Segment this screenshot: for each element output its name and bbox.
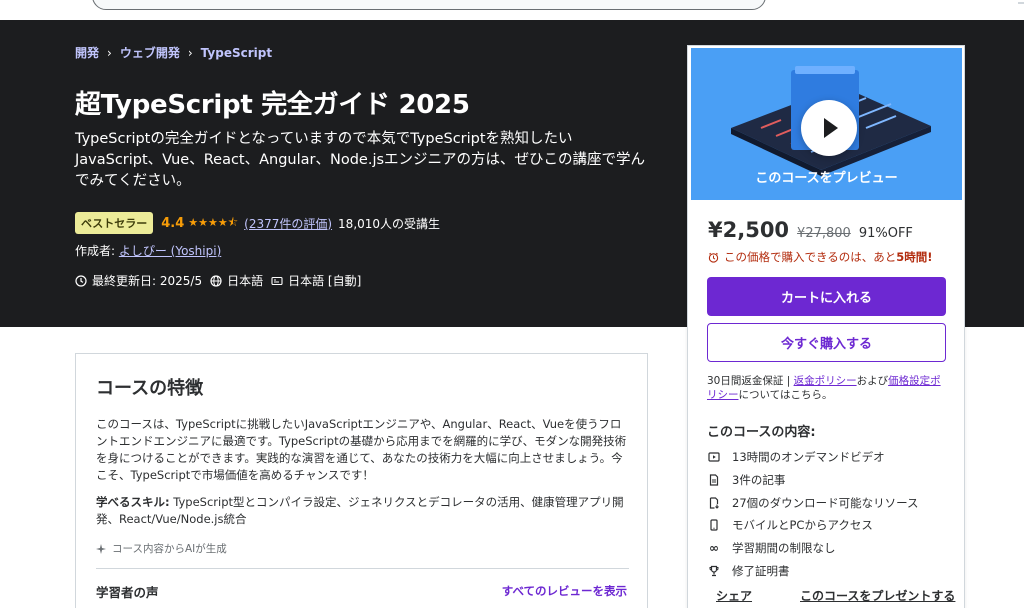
play-icon[interactable] [801, 100, 857, 156]
add-to-cart-button[interactable]: カートに入れる [707, 277, 946, 316]
include-text: モバイルとPCからアクセス [732, 518, 873, 533]
chevron-right-icon: › [187, 45, 193, 60]
list-item: 13時間のオンデマンドビデオ [707, 446, 919, 469]
captions: 日本語 [自動] [271, 272, 361, 289]
guarantee-suffix: についてはこちら。 [738, 389, 833, 401]
bestseller-badge: ベストセラー [75, 212, 154, 234]
divider [96, 568, 629, 569]
features-title: コースの特徴 [96, 378, 204, 399]
rating-count-link[interactable]: (2377件の評価) [244, 215, 332, 232]
list-item: 27個のダウンロード可能なリソース [707, 491, 919, 514]
timer-text: この価格で購入できるのは、あと [724, 250, 897, 264]
original-price: ¥27,800 [797, 226, 851, 241]
list-item: モバイルとPCからアクセス [707, 514, 919, 537]
language: 日本語 [210, 272, 263, 289]
breadcrumb: 開発 › ウェブ開発 › TypeScript [75, 44, 272, 61]
globe-icon [210, 274, 222, 287]
share-row: シェア このコースをプレゼントする [716, 587, 955, 604]
price-timer: この価格で購入できるのは、あと 5時間! [708, 249, 933, 265]
buy-now-button[interactable]: 今すぐ購入する [707, 323, 946, 362]
sparkle-icon [96, 543, 106, 554]
refund-guarantee: 30日間返金保証 | 返金ポリシーおよび価格設定ポリシーについてはこちら。 [707, 374, 951, 402]
refund-policy-link[interactable]: 返金ポリシー [794, 375, 857, 387]
rating-row: ベストセラー 4.4 ★★★★⯪ (2377件の評価) 18,010人の受講生 [75, 212, 440, 234]
include-text: 3件の記事 [732, 473, 786, 488]
breadcrumb-item-dev[interactable]: 開発 [75, 44, 99, 61]
infinity-icon: ∞ [709, 541, 719, 556]
ai-note: コース内容からAIが生成 [96, 541, 227, 556]
language-text: 日本語 [227, 274, 264, 288]
captions-icon [271, 276, 283, 285]
course-meta: 最終更新日: 2025/5 日本語 日本語 [自動] [75, 272, 369, 289]
student-count: 18,010人の受講生 [338, 216, 441, 231]
search-input[interactable] [92, 0, 766, 10]
current-price: ¥2,500 [708, 218, 790, 242]
include-text: 13時間のオンデマンドビデオ [732, 450, 885, 465]
trophy-icon [707, 564, 721, 578]
ai-note-text: コース内容からAIが生成 [112, 543, 227, 555]
top-bar [0, 0, 1024, 20]
gift-course-button[interactable]: このコースをプレゼントする [800, 587, 955, 604]
reviews-title: 学習者の声 [96, 585, 159, 600]
course-subtitle: TypeScriptの完全ガイドとなっていますので本気でTypeScriptを熟… [75, 131, 646, 189]
clock-icon [75, 274, 87, 287]
guarantee-prefix: 30日間返金保証 | [707, 375, 794, 387]
include-text: 学習期間の制限なし [732, 541, 836, 556]
instructor-link[interactable]: よしぴー (Yoshipi) [119, 244, 221, 258]
share-button[interactable]: シェア [716, 587, 752, 604]
instructor-row: 作成者: よしぴー (Yoshipi) [75, 242, 221, 259]
star-rating-icon: ★★★★⯪ [188, 215, 239, 229]
last-updated: 最終更新日: 2025/5 [75, 272, 202, 289]
list-item: 修了証明書 [707, 559, 919, 582]
video-icon [707, 450, 721, 464]
timer-hours: 5時間! [896, 250, 933, 264]
skills-text: TypeScript型とコンパイラ設定、ジェネリクスとデコレータの活用、健康管理… [96, 495, 624, 526]
header-edge-mark [1018, 2, 1024, 4]
last-updated-text: 最終更新日: 2025/5 [92, 274, 203, 288]
includes-list: 13時間のオンデマンドビデオ 3件の記事 27個のダウンロード可能なリソース モ… [707, 446, 919, 582]
chevron-right-icon: › [107, 45, 112, 60]
discount-percent: 91%OFF [858, 226, 913, 241]
features-skills: 学べるスキル: TypeScript型とコンパイラ設定、ジェネリクスとデコレータ… [96, 494, 631, 528]
and-text: および [856, 375, 889, 387]
download-icon [707, 496, 721, 510]
preview-label: このコースをプレビュー [755, 171, 898, 186]
include-text: 27個のダウンロード可能なリソース [732, 495, 919, 510]
price-row: ¥2,500 ¥27,800 91%OFF [708, 218, 913, 242]
include-text: 修了証明書 [732, 563, 790, 578]
alarm-icon [708, 252, 719, 263]
mobile-icon [707, 518, 721, 532]
rating-value: 4.4 [161, 215, 185, 231]
features-description: このコースは、TypeScriptに挑戦したいJavaScriptエンジニアや、… [96, 417, 627, 482]
instructor-prefix: 作成者: [75, 244, 119, 258]
captions-text: 日本語 [自動] [288, 274, 362, 288]
list-item: ∞ 学習期間の制限なし [707, 537, 919, 560]
includes-title: このコースの内容: [707, 425, 816, 440]
course-features-card: コースの特徴 このコースは、TypeScriptに挑戦したいJavaScript… [75, 353, 648, 608]
course-title: 超TypeScript 完全ガイド 2025 [75, 90, 470, 120]
breadcrumb-item-typescript[interactable]: TypeScript [201, 46, 272, 60]
breadcrumb-item-webdev[interactable]: ウェブ開発 [120, 44, 180, 61]
article-icon [707, 473, 721, 487]
skills-label: 学べるスキル: [96, 495, 170, 509]
course-preview-video[interactable]: このコースをプレビュー [691, 48, 962, 200]
list-item: 3件の記事 [707, 469, 919, 492]
purchase-sidebar: このコースをプレビュー ¥2,500 ¥27,800 91%OFF この価格で購… [687, 45, 965, 608]
show-all-reviews-link[interactable]: すべてのレビューを表示 [502, 583, 627, 599]
